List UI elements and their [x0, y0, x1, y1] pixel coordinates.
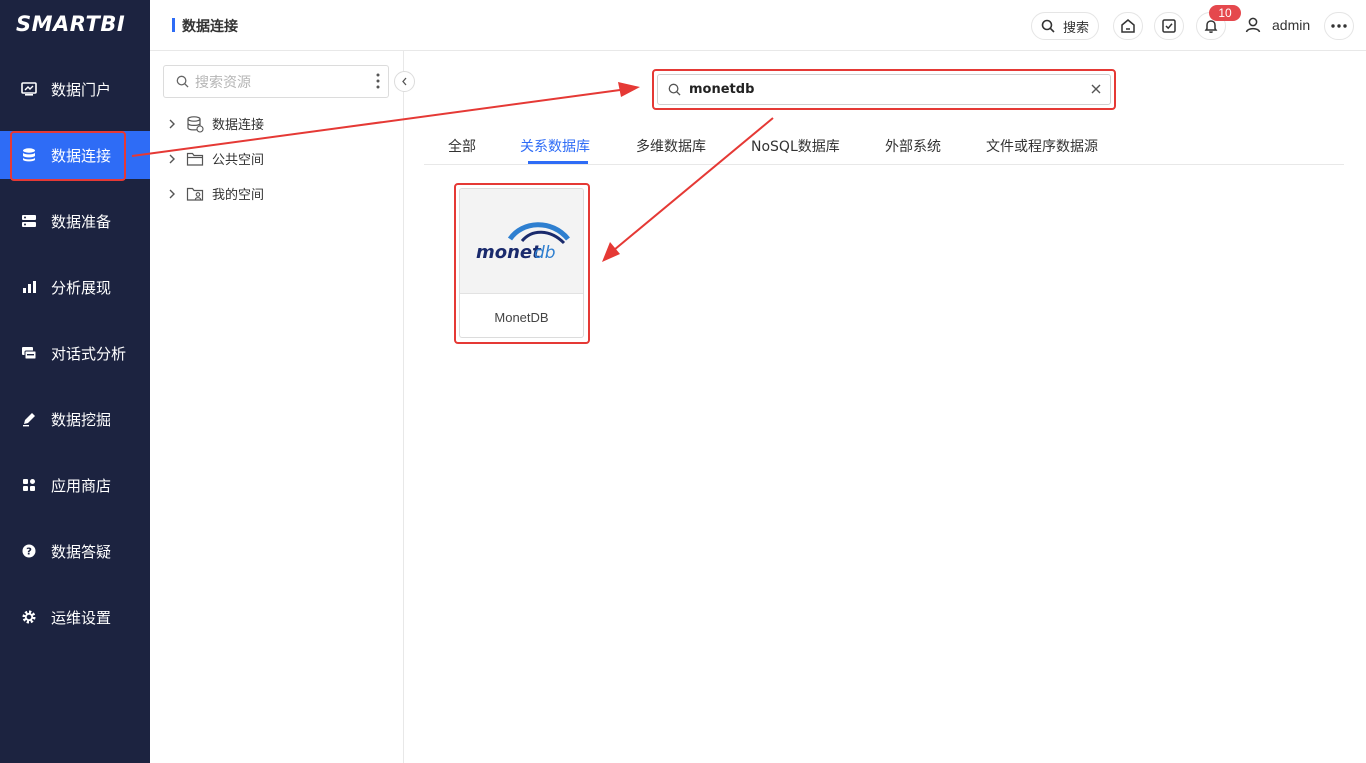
- checklist-icon: [1162, 19, 1176, 33]
- tab-nosql-db[interactable]: NoSQL数据库: [751, 136, 840, 156]
- user-menu[interactable]: admin: [1244, 16, 1310, 34]
- sidebar-item-label: 数据答疑: [51, 542, 112, 561]
- chevron-right-icon[interactable]: [168, 119, 178, 129]
- sidebar-item-label: 数据准备: [51, 212, 112, 231]
- sidebar-item-analysis[interactable]: 分析展现: [0, 263, 150, 311]
- tree-item-public-space[interactable]: 公共空间: [168, 149, 264, 168]
- svg-text:?: ?: [26, 547, 32, 558]
- more-icon: [1331, 24, 1347, 28]
- sidebar-item-data-portal[interactable]: 数据门户: [0, 65, 150, 113]
- user-icon: [1245, 17, 1261, 33]
- tab-relational-db[interactable]: 关系数据库: [520, 136, 590, 156]
- clear-icon[interactable]: [1090, 82, 1102, 100]
- server-icon: [21, 213, 37, 229]
- search-placeholder: 搜索资源: [195, 74, 251, 91]
- pen-icon: [21, 411, 37, 427]
- sidebar-item-label: 分析展现: [51, 278, 112, 297]
- search-icon: [1041, 19, 1055, 33]
- apps-icon: [21, 477, 37, 493]
- tree-item-label: 公共空间: [212, 153, 265, 168]
- chat-icon: [21, 345, 37, 361]
- user-folder-icon: [186, 186, 204, 202]
- tree-item-my-space[interactable]: 我的空间: [168, 184, 264, 203]
- gear-icon: [21, 609, 37, 625]
- home-button[interactable]: [1113, 12, 1143, 40]
- search-icon: [668, 83, 681, 96]
- sidebar-item-data-qa[interactable]: ? 数据答疑: [0, 527, 150, 575]
- tab-file-program-sources[interactable]: 文件或程序数据源: [986, 136, 1098, 156]
- bar-chart-icon: [21, 279, 37, 295]
- svg-text:db: db: [534, 243, 556, 263]
- notification-badge: 10: [1209, 5, 1241, 21]
- title-accent-bar: [172, 18, 175, 32]
- tab-multidimensional-db[interactable]: 多维数据库: [636, 136, 706, 156]
- username: admin: [1272, 17, 1311, 33]
- tree-item-data-connection[interactable]: 数据连接: [168, 114, 264, 133]
- chevron-left-icon: [402, 77, 407, 86]
- more-button[interactable]: [1324, 12, 1354, 40]
- sidebar-item-label: 应用商店: [51, 476, 112, 495]
- monetdb-logo: monet db: [460, 189, 583, 294]
- search-label: 搜索: [1062, 20, 1089, 36]
- category-tabs: 全部 关系数据库 多维数据库 NoSQL数据库 外部系统 文件或程序数据源: [424, 128, 1344, 165]
- sidebar-item-data-prep[interactable]: 数据准备: [0, 197, 150, 245]
- question-icon: ?: [21, 543, 37, 559]
- sidebar: SMARTBI 数据门户 数据连接 数据准备 分析展现 对话式分析 数据挖掘 应…: [0, 0, 150, 763]
- top-header: 数据连接 搜索 10 admin: [150, 0, 1366, 51]
- sidebar-item-label: 对话式分析: [51, 344, 127, 363]
- page-title: 数据连接: [182, 19, 238, 35]
- svg-text:monet: monet: [476, 242, 542, 263]
- tab-all[interactable]: 全部: [448, 136, 476, 156]
- tab-external-systems[interactable]: 外部系统: [885, 136, 941, 156]
- active-tab-indicator: [528, 161, 588, 164]
- datasource-card-monetdb[interactable]: monet db MonetDB: [459, 188, 584, 338]
- more-vertical-icon[interactable]: [376, 73, 380, 94]
- annotation-highlight-nav: [10, 131, 126, 181]
- sidebar-item-app-store[interactable]: 应用商店: [0, 461, 150, 509]
- sidebar-item-label: 运维设置: [51, 608, 112, 627]
- chevron-right-icon[interactable]: [168, 154, 178, 164]
- sidebar-item-data-mining[interactable]: 数据挖掘: [0, 395, 150, 443]
- global-search-button[interactable]: 搜索: [1031, 12, 1099, 40]
- tasks-button[interactable]: [1154, 12, 1184, 40]
- card-label: MonetDB: [494, 310, 549, 325]
- folder-icon: [186, 151, 204, 167]
- sidebar-item-label: 数据门户: [51, 80, 112, 99]
- home-icon: [1121, 19, 1135, 33]
- resource-search-input[interactable]: 搜索资源: [163, 65, 389, 98]
- collapse-panel-button[interactable]: [394, 71, 415, 92]
- resource-panel: 搜索资源 数据连接 公共空间 我的空间: [150, 51, 404, 763]
- sidebar-item-ops-settings[interactable]: 运维设置: [0, 593, 150, 641]
- sidebar-item-label: 数据挖掘: [51, 410, 112, 429]
- search-icon: [176, 75, 189, 88]
- monitor-icon: [21, 81, 37, 97]
- app-logo[interactable]: SMARTBI: [16, 12, 125, 36]
- tree-item-label: 我的空间: [212, 188, 265, 203]
- tree-item-label: 数据连接: [212, 118, 265, 133]
- chevron-right-icon[interactable]: [168, 189, 178, 199]
- datasource-search-input[interactable]: monetdb: [657, 74, 1111, 105]
- search-value: monetdb: [689, 82, 755, 97]
- sidebar-item-conversational[interactable]: 对话式分析: [0, 329, 150, 377]
- database-folder-icon: [186, 115, 204, 133]
